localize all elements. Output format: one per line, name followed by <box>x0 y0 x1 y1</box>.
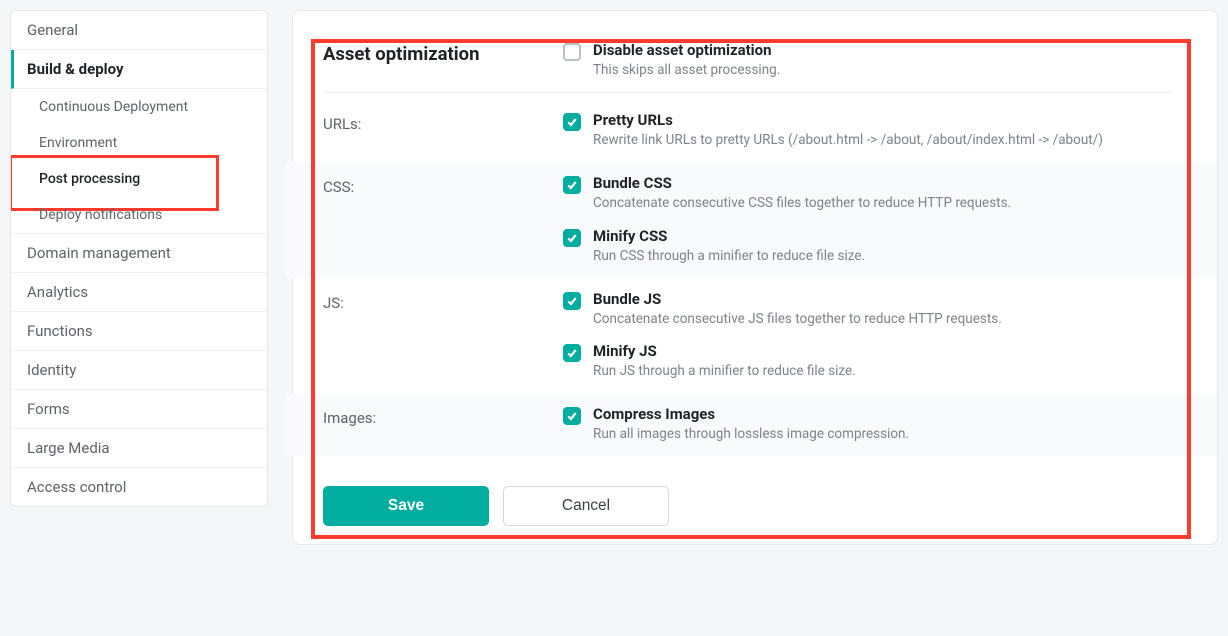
option-desc: Run CSS through a minifier to reduce fil… <box>593 247 1173 266</box>
option-desc: Rewrite link URLs to pretty URLs (/about… <box>593 131 1173 150</box>
cancel-button[interactable]: Cancel <box>503 486 669 526</box>
sidebar-item-deploy-notifications[interactable]: Deploy notifications <box>11 197 267 234</box>
option-desc: Concatenate consecutive JS files togethe… <box>593 310 1173 329</box>
option-list: Compress Images Run all images through lo… <box>563 405 1173 444</box>
group-label: CSS: <box>323 174 563 266</box>
sidebar-item-post-processing[interactable]: Post processing <box>11 161 267 197</box>
option-desc: Run all images through lossless image co… <box>593 425 1173 444</box>
option-item: Bundle JS Concatenate consecutive JS file… <box>563 290 1173 329</box>
group-label: URLs: <box>323 111 563 150</box>
divider <box>323 92 1173 93</box>
disable-asset-optimization-checkbox[interactable] <box>563 43 581 61</box>
option-label: Minify JS <box>593 342 1173 360</box>
option-label: Bundle JS <box>593 290 1173 308</box>
minify-js-checkbox[interactable] <box>563 344 581 362</box>
sidebar-item-forms[interactable]: Forms <box>11 390 267 429</box>
disable-option-label: Disable asset optimization <box>593 41 1173 59</box>
option-item: Compress Images Run all images through lo… <box>563 405 1173 444</box>
option-label: Bundle CSS <box>593 174 1173 192</box>
asset-optimization-panel: Asset optimization Disable asset optimiz… <box>292 10 1218 545</box>
option-group-images: Images: Compress Images Run all images thr… <box>285 393 1217 456</box>
pretty-urls-checkbox[interactable] <box>563 113 581 131</box>
option-item: Pretty URLs Rewrite link URLs to pretty U… <box>563 111 1173 150</box>
option-list: Bundle CSS Concatenate consecutive CSS fi… <box>563 174 1173 266</box>
disable-option-desc: This skips all asset processing. <box>593 61 1173 80</box>
sidebar-item-build-deploy[interactable]: Build & deploy <box>11 50 267 89</box>
option-label: Pretty URLs <box>593 111 1173 129</box>
option-item: Bundle CSS Concatenate consecutive CSS fi… <box>563 174 1173 213</box>
settings-sidebar: GeneralBuild & deployContinuous Deployme… <box>10 10 268 507</box>
option-desc: Run JS through a minifier to reduce file… <box>593 362 1173 381</box>
option-item: Minify CSS Run CSS through a minifier to … <box>563 227 1173 266</box>
sidebar-item-identity[interactable]: Identity <box>11 351 267 390</box>
compress-images-checkbox[interactable] <box>563 407 581 425</box>
sidebar-item-continuous-deployment[interactable]: Continuous Deployment <box>11 89 267 125</box>
option-desc: Concatenate consecutive CSS files togeth… <box>593 194 1173 213</box>
sidebar-item-general[interactable]: General <box>11 11 267 50</box>
option-label: Minify CSS <box>593 227 1173 245</box>
sidebar-item-large-media[interactable]: Large Media <box>11 429 267 468</box>
minify-css-checkbox[interactable] <box>563 229 581 247</box>
sidebar-item-environment[interactable]: Environment <box>11 125 267 161</box>
option-label: Compress Images <box>593 405 1173 423</box>
bundle-css-checkbox[interactable] <box>563 176 581 194</box>
save-button[interactable]: Save <box>323 486 489 526</box>
group-label: Images: <box>323 405 563 444</box>
sidebar-item-access-control[interactable]: Access control <box>11 468 267 506</box>
option-group-urls: URLs: Pretty URLs Rewrite link URLs to pre… <box>323 99 1173 162</box>
option-list: Pretty URLs Rewrite link URLs to pretty U… <box>563 111 1173 150</box>
sidebar-item-domain-management[interactable]: Domain management <box>11 234 267 273</box>
sidebar-item-analytics[interactable]: Analytics <box>11 273 267 312</box>
bundle-js-checkbox[interactable] <box>563 292 581 310</box>
option-list: Bundle JS Concatenate consecutive JS file… <box>563 290 1173 382</box>
option-item: Minify JS Run JS through a minifier to re… <box>563 342 1173 381</box>
group-label: JS: <box>323 290 563 382</box>
option-group-js: JS: Bundle JS Concatenate consecutive JS f… <box>323 278 1173 394</box>
option-group-css: CSS: Bundle CSS Concatenate consecutive CS… <box>285 162 1217 278</box>
sidebar-item-functions[interactable]: Functions <box>11 312 267 351</box>
panel-title: Asset optimization <box>323 41 563 65</box>
